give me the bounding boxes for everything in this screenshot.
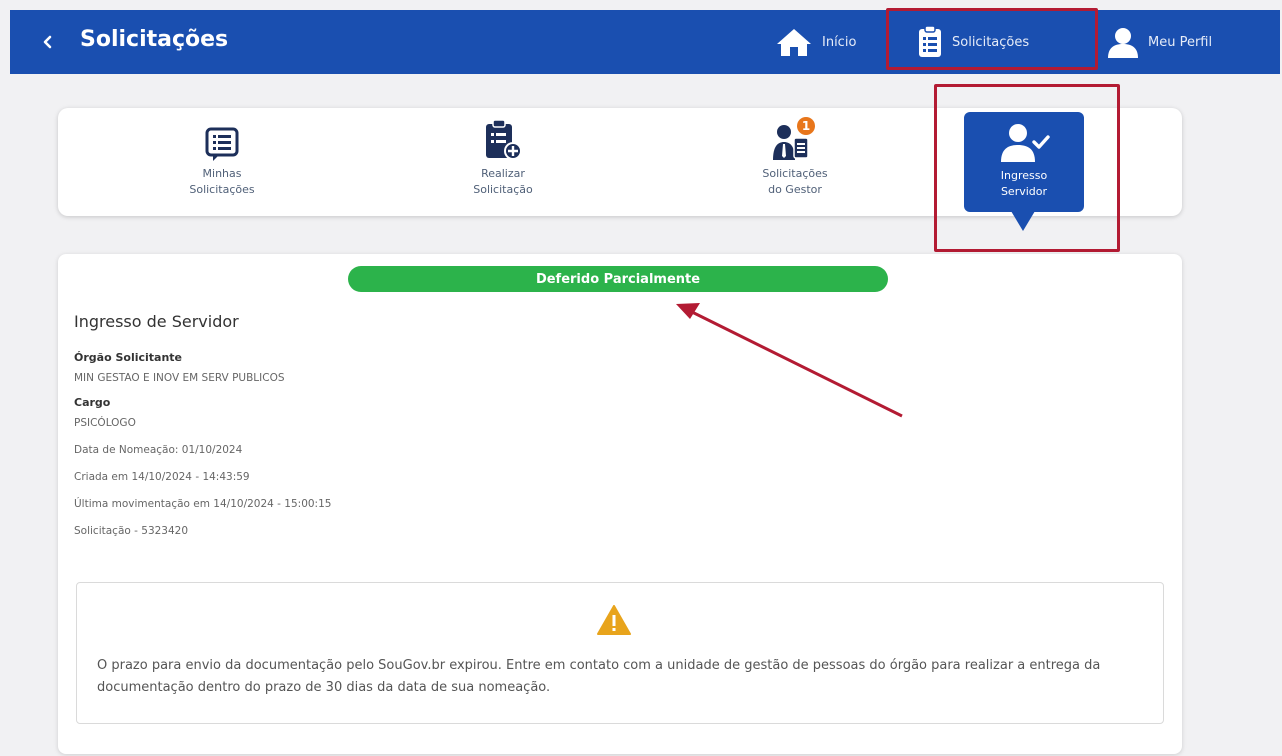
tab-label-line1: Solicitações [762, 167, 828, 180]
nav-meu-perfil[interactable]: Meu Perfil [1106, 22, 1212, 62]
list-icon [205, 127, 239, 161]
warning-box: O prazo para envio da documentação pelo … [76, 582, 1164, 724]
ultima-movimentacao: Última movimentação em 14/10/2024 - 15:0… [74, 498, 332, 510]
nav-inicio-label: Início [822, 34, 857, 50]
user-icon [1108, 28, 1138, 58]
tab-label-line1: Minhas [202, 167, 242, 180]
tab-minhas-solicitacoes[interactable]: Minhas Solicitações [147, 116, 297, 212]
orgao-value: MIN GESTAO E INOV EM SERV PUBLICOS [74, 372, 285, 384]
warning-icon [597, 605, 631, 635]
request-title: Ingresso de Servidor [74, 312, 239, 331]
tab-label-line2: Solicitações [189, 183, 255, 196]
tab-realizar-solicitacao[interactable]: Realizar Solicitação [428, 116, 578, 212]
cargo-label: Cargo [74, 396, 111, 409]
tab-highlight-box [934, 84, 1120, 252]
tab-label-line2: Solicitação [473, 183, 533, 196]
top-bar: Solicitações Início Solicitações Meu Per… [10, 8, 1280, 74]
cargo-value: PSICÓLOGO [74, 417, 136, 429]
badge-count: 1 [802, 119, 810, 133]
chevron-left-icon[interactable] [38, 32, 58, 52]
status-badge: Deferido Parcialmente [348, 266, 888, 292]
tab-label-line1: Realizar [481, 167, 525, 180]
orgao-label: Órgão Solicitante [74, 351, 183, 364]
manager-icon: 1 [773, 117, 815, 160]
nav-meu-perfil-label: Meu Perfil [1148, 34, 1213, 50]
page-title: Solicitações [80, 27, 229, 52]
nav-highlight-box [886, 8, 1098, 70]
nav-inicio[interactable]: Início [774, 22, 856, 62]
solicitacao-id: Solicitação - 5323420 [74, 525, 189, 537]
clipboard-add-icon [486, 119, 522, 160]
tab-label-line2: do Gestor [768, 183, 822, 196]
warning-text: O prazo para envio da documentação pelo … [97, 658, 1101, 695]
data-nomeacao: Data de Nomeação: 01/10/2024 [74, 444, 243, 456]
home-icon [777, 29, 811, 56]
tab-solicitacoes-gestor[interactable]: 1 Solicitações do Gestor [720, 116, 870, 212]
request-detail-card: Deferido Parcialmente Ingresso de Servid… [58, 254, 1182, 754]
criada-em: Criada em 14/10/2024 - 14:43:59 [74, 471, 250, 483]
